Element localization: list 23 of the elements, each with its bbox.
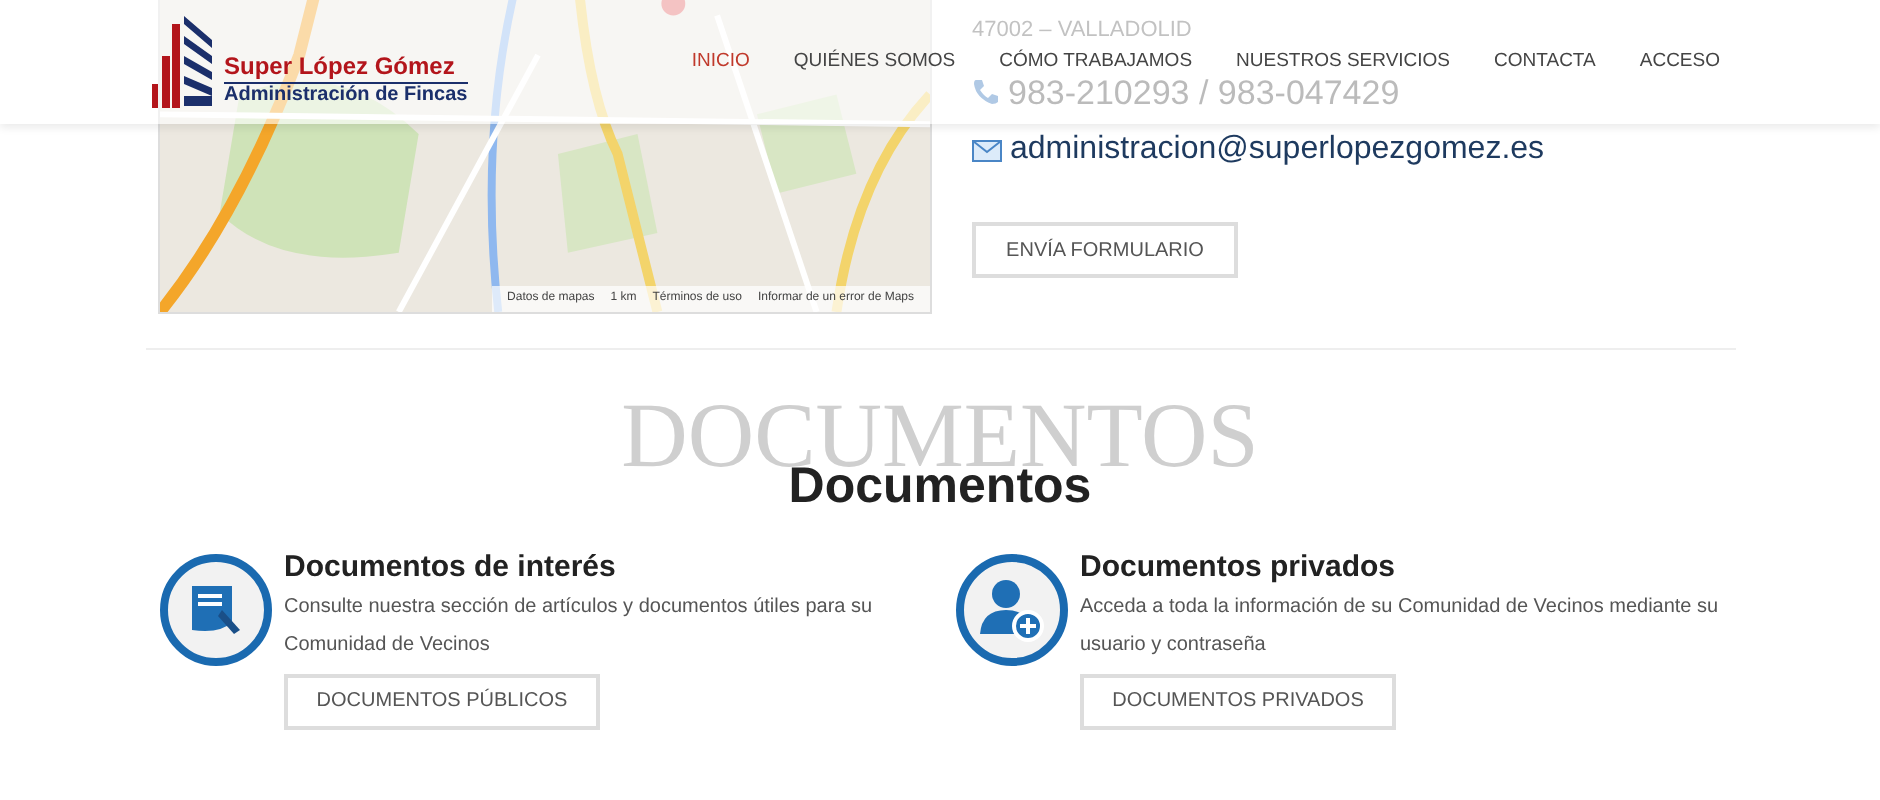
document-icon (156, 550, 276, 670)
email-link[interactable]: administracion@superlopezgomez.es (1010, 126, 1545, 174)
logo-tagline: Administración de Fincas (224, 83, 468, 108)
phone-icon (972, 78, 1000, 107)
logo-name: Super López Gómez (224, 51, 468, 83)
nav-link[interactable]: INICIO (691, 47, 750, 77)
mail-icon (972, 139, 1002, 161)
phone-text: 983-210293 / 983-047429 (1008, 71, 1400, 115)
card-description: Acceda a toda la información de su Comunidad de Vecinos mediante su usuario y contraseña (1080, 593, 1721, 660)
nav-link[interactable]: ACCESO (1639, 47, 1720, 77)
card-title: Documentos de interés (284, 550, 618, 588)
card-description: Consulte nuestra sección de artículos y documentos útiles para su Comunidad de Vecinos (284, 593, 875, 660)
send-form-button[interactable]: ENVÍA FORMULARIO (972, 222, 1238, 278)
documents-button[interactable]: DOCUMENTOS PÚBLICOS (284, 673, 600, 730)
user-add-icon (952, 550, 1072, 670)
card-title: Documentos privados (1080, 550, 1398, 588)
address-text: 47002 – VALLADOLID (972, 16, 1194, 46)
nav-link[interactable]: QUIÉNES SOMOS (793, 47, 956, 77)
nav-link[interactable]: NUESTROS SERVICIOS (1236, 47, 1451, 77)
nav-link[interactable]: CONTACTA (1494, 47, 1596, 77)
nav-link[interactable]: CÓMO TRABAJAMOS (999, 47, 1193, 77)
documents-button[interactable]: DOCUMENTOS PRIVADOS (1080, 673, 1396, 730)
buildings-icon (152, 12, 216, 112)
